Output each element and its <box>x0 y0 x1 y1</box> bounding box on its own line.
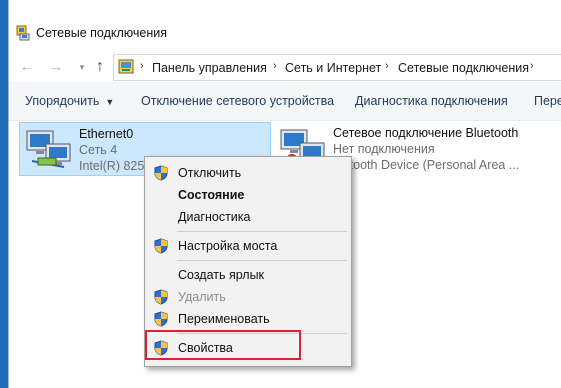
breadcrumb-separator-icon[interactable]: › <box>140 60 144 72</box>
menu-item-label: Переименовать <box>178 312 270 326</box>
disable-device-button[interactable]: Отключение сетевого устройства <box>141 94 334 108</box>
connection-name: Сетевое подключение Bluetooth <box>333 126 519 140</box>
menu-item-disable[interactable]: Отключить <box>145 163 351 183</box>
menu-item-create-shortcut[interactable]: Создать ярлык <box>145 265 351 285</box>
more-commands-button[interactable]: Пере <box>534 94 561 108</box>
diagnose-connection-button[interactable]: Диагностика подключения <box>355 94 508 108</box>
network-connections-icon <box>15 25 31 44</box>
uac-shield-icon <box>154 165 168 184</box>
menu-item-label: Создать ярлык <box>178 268 265 282</box>
control-panel-icon <box>118 59 134 78</box>
chevron-down-icon: ▼ <box>105 97 115 107</box>
menu-separator <box>177 231 347 232</box>
address-bar: ← → ▾ ↑ › Панель управления › Сеть и Инт… <box>9 52 561 82</box>
back-arrow-icon[interactable]: ← <box>18 58 36 76</box>
connection-status: Сеть 4 <box>79 143 118 157</box>
menu-item-label: Состояние <box>178 188 245 202</box>
menu-item-label: Диагностика <box>178 210 251 224</box>
command-bar: Упорядочить ▼ Отключение сетевого устройс… <box>9 82 561 121</box>
uac-shield-icon <box>154 311 168 330</box>
breadcrumb-network-internet[interactable]: Сеть и Интернет <box>285 61 381 75</box>
explorer-window: Сетевые подключения ← → ▾ ↑ › Панель упр… <box>8 0 561 388</box>
menu-item-label: Отключить <box>178 166 242 180</box>
connection-status: Нет подключения <box>333 142 435 156</box>
menu-item-label: Настройка моста <box>178 239 278 253</box>
menu-separator <box>177 260 347 261</box>
window-title: Сетевые подключения <box>36 26 168 40</box>
connection-device: Intel(R) 825 <box>79 159 145 173</box>
context-menu: Отключить Состояние Диагностика Настройк… <box>144 156 352 367</box>
breadcrumb-separator-icon[interactable]: › <box>530 60 534 72</box>
menu-item-rename[interactable]: Переименовать <box>145 309 351 329</box>
breadcrumb-separator-icon[interactable]: › <box>385 60 389 72</box>
menu-item-diagnostics[interactable]: Диагностика <box>145 207 351 227</box>
recent-locations-chevron-icon[interactable]: ▾ <box>73 58 91 76</box>
organize-button[interactable]: Упорядочить ▼ <box>25 94 114 108</box>
breadcrumb-control-panel[interactable]: Панель управления <box>152 61 267 75</box>
address-box[interactable]: › Панель управления › Сеть и Интернет › … <box>113 54 561 81</box>
connection-device: luetooth Device (Personal Area ... <box>333 158 520 172</box>
uac-shield-icon <box>154 238 168 257</box>
breadcrumb-separator-icon[interactable]: › <box>273 60 277 72</box>
menu-item-status[interactable]: Состояние <box>145 185 351 205</box>
menu-item-bridge[interactable]: Настройка моста <box>145 236 351 256</box>
properties-highlight-box <box>145 330 301 360</box>
menu-item-delete: Удалить <box>145 287 351 307</box>
menu-item-label: Удалить <box>178 290 226 304</box>
network-adapter-icon <box>24 127 72 174</box>
connection-name: Ethernet0 <box>79 127 134 141</box>
breadcrumb-network-connections[interactable]: Сетевые подключения <box>398 61 529 75</box>
forward-arrow-icon[interactable]: → <box>47 58 65 76</box>
uac-shield-icon <box>154 289 168 308</box>
up-arrow-icon[interactable]: ↑ <box>91 58 109 76</box>
title-bar: Сетевые подключения <box>9 0 561 41</box>
organize-label: Упорядочить <box>25 94 100 108</box>
